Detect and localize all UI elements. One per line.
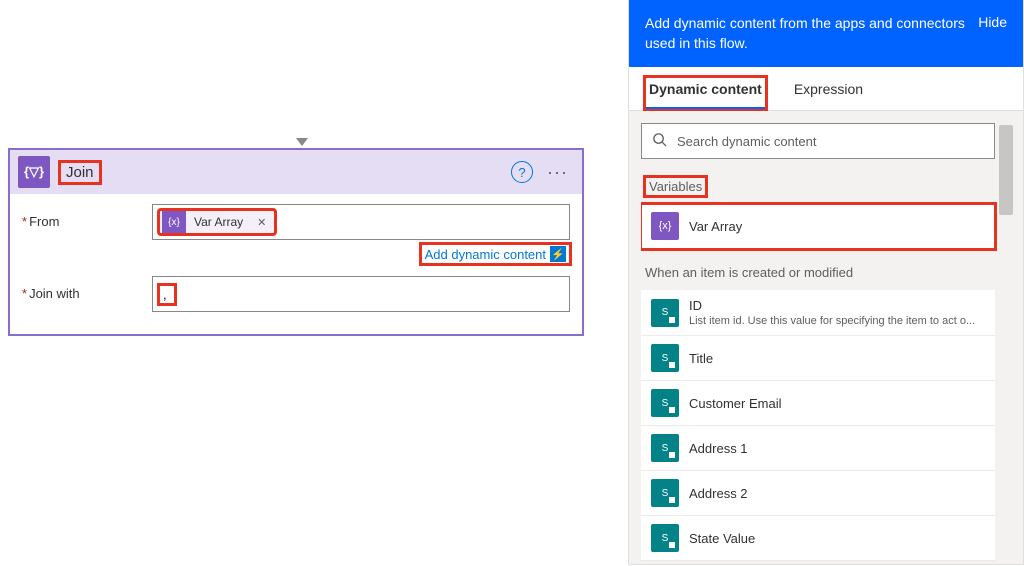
item-title: Title bbox=[689, 351, 985, 366]
sharepoint-icon: S bbox=[651, 389, 679, 417]
add-dynamic-content-link[interactable]: Add dynamic content ⚡ bbox=[421, 244, 570, 264]
plus-icon: ⚡ bbox=[550, 246, 566, 262]
panel-tabs: Dynamic content Expression bbox=[629, 67, 1023, 111]
panel-scroll[interactable]: Search dynamic content Variables {x} Var… bbox=[641, 123, 999, 564]
dynamic-item-title[interactable]: S Title bbox=[641, 336, 995, 381]
join-action-card: {▽} Join ? ··· *From {x} Var Array ✕ bbox=[8, 148, 584, 336]
item-title: Var Array bbox=[689, 219, 985, 234]
item-title: ID bbox=[689, 298, 985, 313]
item-title: Address 2 bbox=[689, 486, 985, 501]
dynamic-item-state-value[interactable]: S State Value bbox=[641, 516, 995, 561]
dynamic-item-var-array[interactable]: {x} Var Array bbox=[641, 204, 995, 249]
from-label: *From bbox=[22, 204, 152, 229]
scrollbar-thumb[interactable] bbox=[999, 125, 1013, 215]
dynamic-content-panel: Add dynamic content from the apps and co… bbox=[628, 0, 1024, 565]
sharepoint-icon: S bbox=[651, 524, 679, 552]
action-title[interactable]: Join bbox=[60, 162, 100, 183]
item-title: Address 1 bbox=[689, 441, 985, 456]
sharepoint-icon: S bbox=[651, 434, 679, 462]
panel-body: Search dynamic content Variables {x} Var… bbox=[629, 111, 1023, 564]
dynamic-item-customer-email[interactable]: S Customer Email bbox=[641, 381, 995, 426]
joinwith-input[interactable]: , bbox=[152, 276, 570, 312]
var-array-token[interactable]: {x} Var Array ✕ bbox=[159, 210, 275, 234]
sharepoint-icon: S bbox=[651, 344, 679, 372]
from-input[interactable]: {x} Var Array ✕ bbox=[152, 204, 570, 240]
section-trigger-header: When an item is created or modified bbox=[641, 259, 995, 290]
dynamic-item-address-2[interactable]: S Address 2 bbox=[641, 471, 995, 516]
remove-token-icon[interactable]: ✕ bbox=[251, 216, 272, 229]
banner-text: Add dynamic content from the apps and co… bbox=[645, 14, 968, 53]
item-title: Customer Email bbox=[689, 396, 985, 411]
joinwith-label: *Join with bbox=[22, 276, 152, 301]
panel-banner: Add dynamic content from the apps and co… bbox=[629, 0, 1023, 67]
token-label: Var Array bbox=[186, 215, 251, 229]
joinwith-value: , bbox=[159, 285, 175, 304]
item-title: State Value bbox=[689, 531, 985, 546]
scrollbar-track[interactable] bbox=[999, 123, 1013, 564]
more-menu-icon[interactable]: ··· bbox=[541, 162, 574, 183]
from-field-row: *From {x} Var Array ✕ Add dynamic conten… bbox=[22, 204, 570, 272]
action-body: *From {x} Var Array ✕ Add dynamic conten… bbox=[10, 194, 582, 334]
dynamic-item-id[interactable]: S ID List item id. Use this value for sp… bbox=[641, 290, 995, 336]
sharepoint-icon: S bbox=[651, 479, 679, 507]
search-input[interactable]: Search dynamic content bbox=[641, 123, 995, 159]
sharepoint-icon: S bbox=[651, 299, 679, 327]
tab-dynamic-content[interactable]: Dynamic content bbox=[645, 77, 766, 110]
variable-icon: {x} bbox=[651, 212, 679, 240]
search-placeholder: Search dynamic content bbox=[677, 134, 816, 149]
item-desc: List item id. Use this value for specify… bbox=[689, 315, 979, 327]
variable-icon: {x} bbox=[162, 210, 186, 234]
joinwith-field-row: *Join with , bbox=[22, 276, 570, 312]
section-variables-header: Variables bbox=[641, 173, 995, 204]
data-operation-icon: {▽} bbox=[18, 156, 50, 188]
dynamic-item-address-1[interactable]: S Address 1 bbox=[641, 426, 995, 471]
add-dynamic-label: Add dynamic content bbox=[425, 247, 546, 262]
action-header[interactable]: {▽} Join ? ··· bbox=[10, 150, 582, 194]
connector-arrow-icon bbox=[296, 138, 308, 146]
hide-panel-link[interactable]: Hide bbox=[978, 14, 1007, 30]
search-icon bbox=[652, 132, 667, 150]
help-icon[interactable]: ? bbox=[511, 161, 533, 183]
tab-expression[interactable]: Expression bbox=[794, 81, 863, 110]
